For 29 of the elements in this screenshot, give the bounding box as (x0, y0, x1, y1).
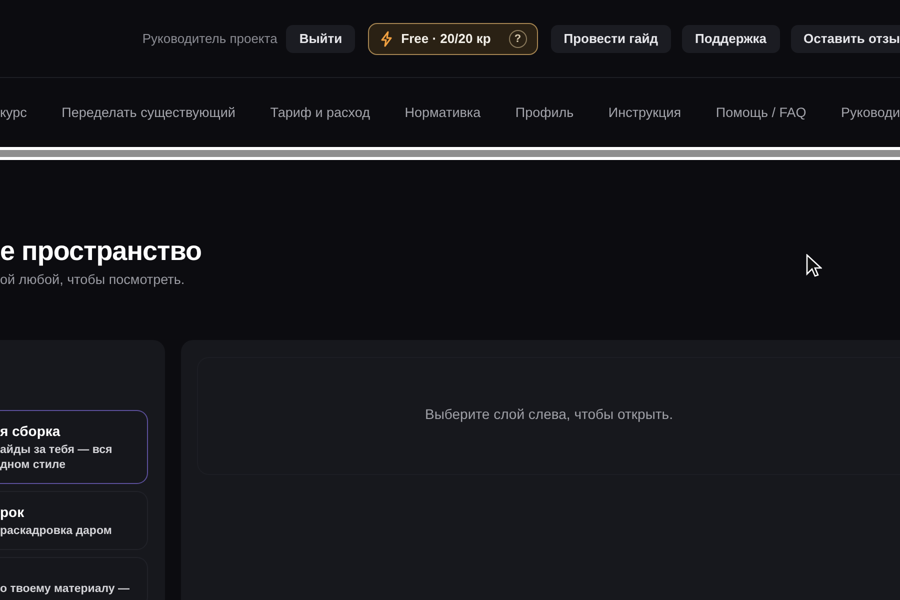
page-subtitle: ой любой, чтобы посмотреть. (0, 272, 185, 287)
layer-description: раскадровка даром (0, 524, 113, 539)
header-button[interactable]: Провести гайд (550, 24, 671, 52)
lightning-icon (381, 30, 394, 46)
nav-tab[interactable]: Нормативка (404, 104, 481, 120)
layer-card[interactable]: рок раскадровка даром (0, 491, 148, 550)
nav-tab[interactable]: Помощь / FAQ (716, 104, 806, 120)
nav-tab[interactable]: Переделать существующий (62, 104, 236, 120)
nav-tab[interactable]: Руководи (841, 104, 900, 120)
mouse-pointer-icon (806, 254, 822, 278)
nav-tab[interactable]: курс (0, 104, 27, 120)
layer-card[interactable]: я сборка айды за тебя — вся дном стиле (0, 410, 148, 484)
layer-card[interactable]: о твоему материалу — (0, 557, 148, 600)
layer-title: рок (0, 504, 26, 520)
role-label: Руководитель проекта (142, 31, 278, 46)
layer-description: айды за тебя — вся дном стиле (0, 443, 114, 473)
plan-label: Free · 20/20 кр (401, 31, 491, 46)
header-button[interactable]: Оставить отзы (790, 24, 900, 52)
page-title: е пространство (0, 236, 202, 267)
plan-badge[interactable]: Free · 20/20 кр ? (368, 22, 538, 54)
nav-tab[interactable]: Профиль (515, 104, 574, 120)
layer-description: о твоему материалу — (0, 582, 130, 597)
help-icon[interactable]: ? (508, 30, 527, 48)
empty-message: Выберите слой слева, чтобы открыть. (425, 406, 673, 422)
nav-tab[interactable]: Тариф и расход (270, 104, 370, 120)
layer-title: я сборка (0, 423, 62, 439)
logout-button[interactable]: Выйти (286, 24, 356, 52)
header-button[interactable]: Поддержка (682, 24, 780, 52)
nav-tab[interactable]: Инструкция (608, 104, 682, 120)
